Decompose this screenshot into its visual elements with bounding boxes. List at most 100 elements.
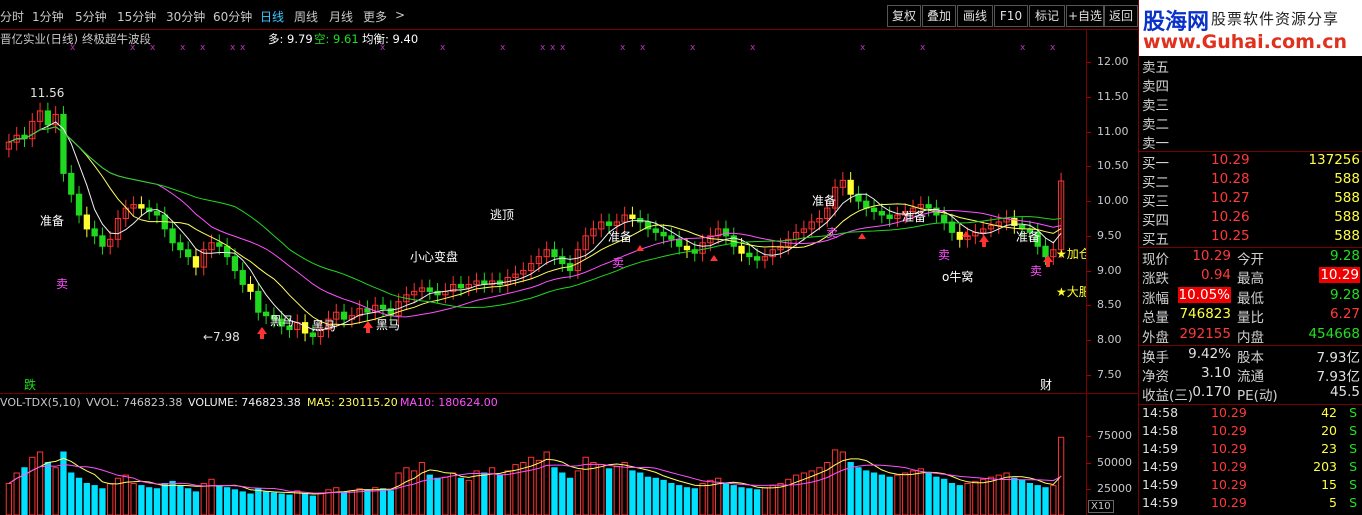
tick-volume: 15 — [1321, 477, 1337, 492]
candle-body — [605, 221, 613, 226]
volume-bar — [340, 491, 348, 515]
period-15min[interactable]: 15分钟 — [117, 8, 156, 25]
sell-1: 卖一 — [1142, 136, 1169, 152]
candle-body — [948, 221, 956, 233]
volume-bar — [364, 489, 371, 515]
buy-level-label: 买三 — [1142, 194, 1169, 210]
mark-button[interactable]: 标记 — [1029, 5, 1065, 27]
signal-marker-icon: x — [540, 45, 546, 53]
chevron-right-icon[interactable]: > — [395, 8, 405, 22]
volume-bar — [925, 472, 932, 515]
volume-indicator-name: VOL-TDX(5,10) — [0, 396, 81, 409]
volume-bar — [68, 472, 75, 515]
fundamental-label: PE(动) — [1237, 388, 1278, 404]
axis-divider — [1086, 29, 1087, 515]
f10-button[interactable]: F10 — [994, 5, 1028, 27]
tick-row: 14:59 10.29 203 S — [1139, 459, 1362, 478]
volume-bar — [403, 467, 410, 515]
volume-bar — [488, 467, 496, 515]
volume-bar — [473, 470, 480, 515]
candle-body — [925, 204, 932, 209]
period-monthly[interactable]: 月线 — [329, 8, 353, 25]
volume-bar — [590, 462, 597, 515]
price-axis-label: 10.50 — [1097, 159, 1129, 173]
volume-bar — [559, 472, 566, 515]
volume-bar — [613, 466, 620, 515]
signal-marker-icon: x — [180, 45, 186, 53]
period-weekly[interactable]: 周线 — [294, 8, 318, 25]
candle-body — [247, 283, 254, 292]
candle-body — [956, 231, 963, 240]
volume-bar — [239, 491, 246, 515]
candle-body — [216, 242, 223, 247]
tick-direction: S — [1349, 405, 1357, 420]
period-more[interactable]: 更多 — [363, 8, 387, 25]
candle-body — [340, 311, 348, 320]
triangle-marker-icon — [710, 255, 718, 261]
volume-bar — [683, 487, 691, 515]
annotation-jiacang: ★加仓 — [1056, 247, 1086, 261]
candle-body — [99, 235, 106, 247]
annotation-zhunbei: 准备 — [902, 210, 926, 224]
volume-bar — [902, 472, 909, 515]
volume-bar — [169, 480, 176, 515]
volume-bar — [769, 485, 776, 515]
annotation-taoding: 逃顶 — [490, 208, 514, 222]
volume-bar — [426, 474, 433, 515]
volume-unit: X10 — [1088, 500, 1114, 513]
draw-line-button[interactable]: 画线 — [957, 5, 993, 27]
fundamental-value: 7.93亿 — [1316, 369, 1360, 385]
candle-body — [185, 249, 192, 258]
annotation-die: 跌 — [24, 377, 36, 392]
price-axis-label: 11.00 — [1097, 124, 1129, 138]
price-chart[interactable]: 11.56←7.98黑马 黑马 黑马小心变盘逃顶准备准备准备准备准备卖卖卖卖卖o牛窝… — [0, 45, 1086, 392]
candle-body — [301, 322, 309, 334]
volume-bar — [465, 479, 472, 515]
signal-marker-icon: x — [750, 45, 756, 53]
volume-bar — [146, 487, 153, 515]
fundamental-value: 0.170 — [1192, 384, 1231, 400]
volume-bar — [621, 462, 628, 515]
period-60min[interactable]: 60分钟 — [213, 8, 252, 25]
candle-body — [870, 207, 878, 213]
candle-body — [551, 249, 558, 258]
quote-row: 涨跌 0.94 最高 10.29 — [1139, 267, 1362, 287]
volume-bar — [668, 483, 675, 515]
fuquan-button[interactable]: 复权 — [887, 5, 921, 27]
signal-marker-icon: x — [550, 45, 556, 53]
panel-divider — [0, 393, 1138, 394]
period-fenshi[interactable]: 分时 — [0, 8, 24, 25]
tick-time: 14:59 — [1142, 441, 1179, 456]
period-1min[interactable]: 1分钟 — [32, 8, 64, 25]
candle-body — [457, 283, 465, 289]
volume-bar — [956, 485, 963, 515]
period-5min[interactable]: 5分钟 — [75, 8, 107, 25]
sell-4: 卖四 — [1142, 79, 1169, 95]
tick-row: 14:59 10.29 5 S — [1139, 495, 1362, 514]
add-watchlist-button[interactable]: +自选 — [1066, 5, 1104, 27]
volume-bar — [216, 485, 223, 515]
tick-price: 10.29 — [1211, 477, 1247, 492]
volume-bar — [605, 468, 613, 515]
signal-marker-icon: x — [620, 45, 626, 53]
tick-price: 10.29 — [1211, 423, 1247, 438]
overlay-button[interactable]: 叠加 — [922, 5, 956, 27]
period-daily[interactable]: 日线 — [260, 8, 284, 25]
volume-bar — [878, 474, 885, 515]
volume-bar — [753, 489, 761, 515]
volume-chart[interactable] — [0, 410, 1086, 515]
volume-bar — [208, 478, 215, 515]
buy-level: 买三 10.27 588 — [1139, 190, 1362, 210]
period-30min[interactable]: 30分钟 — [166, 8, 205, 25]
quote-row: 外盘 292155 内盘 454668 — [1139, 326, 1362, 346]
volume-bar — [948, 483, 956, 515]
price-axis-label: 10.00 — [1097, 194, 1129, 208]
volume-bar — [870, 472, 878, 515]
candle-body — [138, 204, 145, 209]
volume-bar — [987, 476, 995, 515]
fundamental-row: 收益(三) 0.170 PE(动) 45.5 — [1139, 384, 1362, 404]
volume-bar — [223, 487, 231, 515]
back-button[interactable]: 返回 — [1104, 5, 1138, 27]
signal-marker-icon: x — [1020, 45, 1026, 53]
quote-value: 746823 — [1179, 306, 1231, 323]
